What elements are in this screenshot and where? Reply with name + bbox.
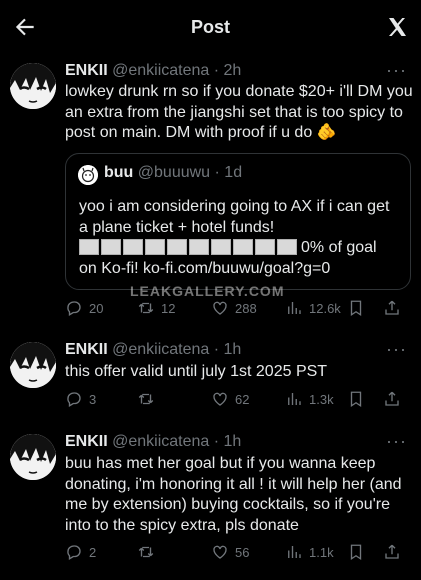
views-icon bbox=[288, 546, 301, 558]
views-button[interactable]: 1.1k bbox=[285, 543, 334, 561]
more-options-icon[interactable]: ··· bbox=[386, 431, 407, 452]
timestamp[interactable]: 1h bbox=[224, 433, 242, 450]
separator-dot: · bbox=[209, 433, 224, 450]
tweet-header: ENKII @enkiicatena · 1h bbox=[65, 433, 241, 451]
heart-icon bbox=[213, 545, 227, 559]
like-count: 56 bbox=[235, 544, 250, 560]
repost-button[interactable] bbox=[137, 543, 161, 561]
action-bar: 2 56 1.1k bbox=[65, 543, 411, 563]
share-icon bbox=[385, 544, 399, 559]
avatar-image bbox=[10, 434, 56, 480]
bookmark-button[interactable] bbox=[347, 543, 365, 561]
avatar[interactable] bbox=[10, 434, 56, 480]
bookmark-icon bbox=[350, 544, 362, 561]
reply-icon bbox=[67, 545, 81, 560]
share-button[interactable] bbox=[383, 543, 401, 561]
reply-button[interactable]: 2 bbox=[65, 543, 96, 561]
display-name[interactable]: ENKII bbox=[65, 433, 108, 450]
reply-count: 2 bbox=[89, 544, 97, 560]
views-count: 1.1k bbox=[309, 544, 334, 560]
handle[interactable]: @enkiicatena bbox=[112, 433, 209, 450]
repost-icon bbox=[138, 546, 154, 558]
like-button[interactable]: 56 bbox=[211, 543, 249, 561]
tweet-text: buu has met her goal but if you wanna ke… bbox=[65, 455, 402, 534]
tweet[interactable]: ENKII @enkiicatena · 1h ··· buu has met … bbox=[0, 0, 421, 580]
